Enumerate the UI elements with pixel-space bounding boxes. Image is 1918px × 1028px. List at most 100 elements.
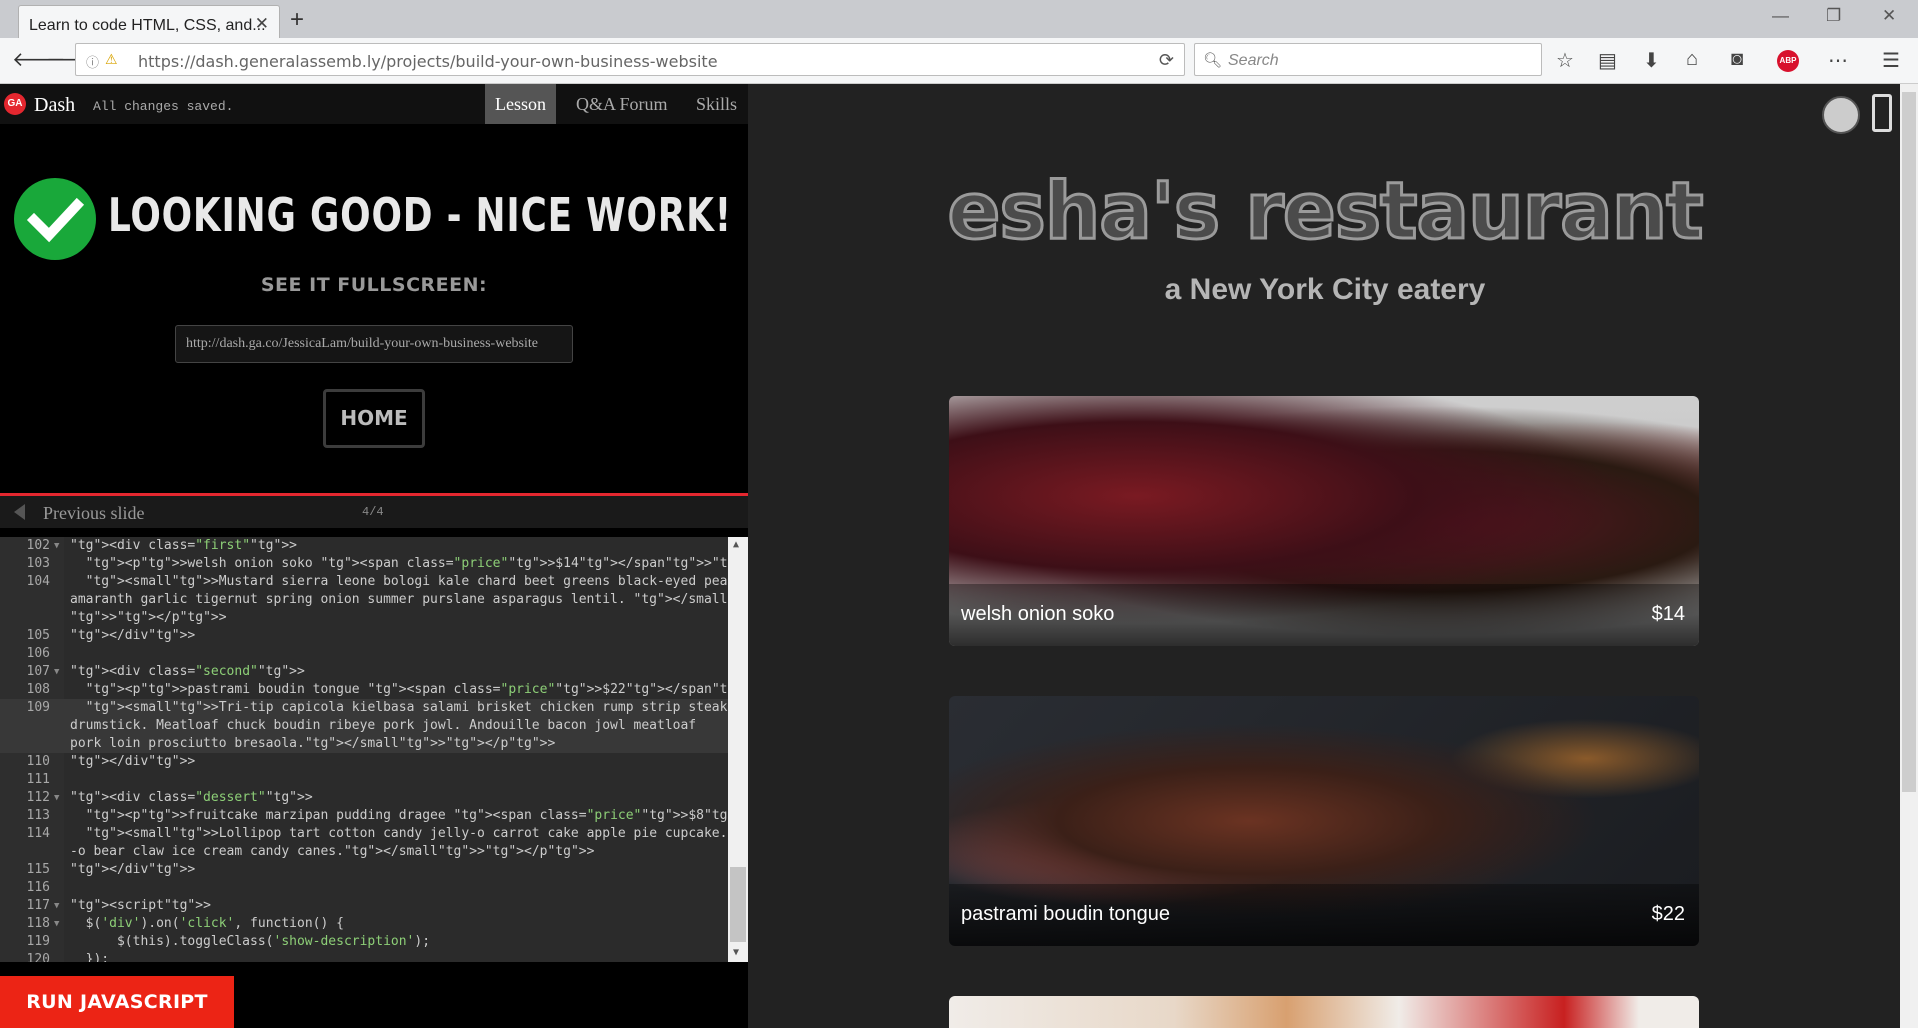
line-number: 105: [26, 628, 50, 643]
fold-arrow-icon[interactable]: ▼: [54, 915, 59, 933]
code-line[interactable]: 112 ▼ "tg"><div class="dessert""tg">>: [0, 789, 728, 807]
restore-icon[interactable]: ❐: [1826, 6, 1841, 26]
code-text: $('div').on('click', function() {: [70, 916, 344, 931]
menu-item-price: $14: [1651, 603, 1685, 625]
code-line[interactable]: drumstick. Meatloaf chuck boudin ribeye …: [0, 717, 728, 735]
code-editor[interactable]: 102 ▼ "tg"><div class="first""tg">> 103 "tg…: [0, 537, 748, 962]
ga-logo[interactable]: GA: [4, 93, 26, 115]
code-line[interactable]: 119 $(this).toggleClass('show-descriptio…: [0, 933, 728, 951]
window-close-icon[interactable]: ✕: [1882, 6, 1896, 26]
code-line[interactable]: 113 "tg"><p"tg">>fruitcake marzipan pudd…: [0, 807, 748, 825]
success-heading: LOOKING GOOD - NICE WORK!: [108, 188, 732, 242]
new-tab-button[interactable]: +: [290, 6, 304, 34]
browser-tab[interactable]: Learn to code HTML, CSS, and... ✕: [18, 5, 280, 38]
adblock-icon[interactable]: ABP: [1777, 50, 1799, 72]
home-button[interactable]: HOME: [323, 389, 425, 448]
code-text: "tg"></div"tg">>: [70, 628, 196, 643]
fold-arrow-icon[interactable]: ▼: [54, 897, 59, 915]
restaurant-title: esha's restaurant: [946, 166, 1705, 259]
menu-item-card[interactable]: welsh onion soko $14: [949, 396, 1699, 646]
code-line[interactable]: 102 ▼ "tg"><div class="first""tg">>: [0, 537, 728, 555]
mobile-view-icon[interactable]: [1872, 94, 1892, 132]
scrollbar-thumb[interactable]: [730, 867, 746, 942]
close-tab-icon[interactable]: ✕: [255, 14, 269, 34]
code-text: "tg"><p"tg">>pastrami boudin tongue "tg"…: [85, 682, 748, 697]
code-line[interactable]: 117 ▼ "tg"><script"tg">>: [0, 897, 728, 915]
restaurant-subtitle: a New York City eatery: [1164, 273, 1486, 306]
code-line[interactable]: pork loin prosciutto bresaola."tg"></sma…: [0, 735, 728, 753]
code-line[interactable]: 110 "tg"></div"tg">>: [0, 753, 728, 771]
download-icon[interactable]: ⬇: [1643, 48, 1660, 73]
code-text: "tg">>"tg"></p"tg">>: [70, 610, 227, 625]
desktop-view-toggle[interactable]: [1822, 96, 1860, 134]
code-line[interactable]: 106: [0, 645, 728, 663]
code-line[interactable]: amaranth garlic tigernut spring onion su…: [0, 591, 728, 609]
code-text: "tg"><div class="dessert""tg">>: [70, 790, 313, 805]
code-line[interactable]: 108 "tg"><p"tg">>pastrami boudin tongue …: [0, 681, 748, 699]
fold-arrow-icon[interactable]: ▼: [54, 537, 59, 555]
line-number: 116: [26, 880, 50, 895]
bookmark-star-icon[interactable]: ☆: [1556, 48, 1574, 73]
code-line[interactable]: 115 "tg"></div"tg">>: [0, 861, 728, 879]
menu-item-price: $22: [1651, 903, 1685, 925]
line-number: 110: [26, 754, 50, 769]
overflow-icon[interactable]: ⋯: [1828, 48, 1848, 73]
code-line[interactable]: 104 "tg"><small"tg">>Mustard sierra leon…: [0, 573, 748, 591]
dash-title[interactable]: Dash: [34, 94, 75, 117]
menu-icon[interactable]: ☰: [1882, 48, 1900, 73]
menu-item-card[interactable]: [949, 996, 1699, 1028]
code-text: "tg"><small"tg">>Mustard sierra leone bo…: [85, 574, 748, 589]
code-line[interactable]: 105 "tg"></div"tg">>: [0, 627, 728, 645]
url-text[interactable]: https://dash.generalassemb.ly/projects/b…: [138, 52, 718, 71]
tab-title: Learn to code HTML, CSS, and...: [29, 17, 266, 34]
scroll-down-icon[interactable]: ▼: [733, 947, 739, 958]
code-line[interactable]: 107 ▼ "tg"><div class="second""tg">>: [0, 663, 728, 681]
line-number: 119: [26, 934, 50, 949]
previous-arrow-icon[interactable]: [14, 504, 25, 520]
search-input[interactable]: 🔍︎ Search: [1194, 43, 1542, 76]
previous-slide-link[interactable]: Previous slide: [43, 503, 145, 524]
fold-arrow-icon[interactable]: ▼: [54, 789, 59, 807]
scrollbar-thumb[interactable]: [1902, 92, 1916, 792]
code-line[interactable]: 103 "tg"><p"tg">>welsh onion soko "tg"><…: [0, 555, 748, 573]
editor-scrollbar[interactable]: ▲ ▼: [728, 537, 748, 962]
pocket-icon[interactable]: ◙: [1731, 48, 1743, 71]
info-icon[interactable]: ⓘ: [86, 52, 99, 71]
fullscreen-url-field[interactable]: http://dash.ga.co/JessicaLam/build-your-…: [175, 325, 573, 363]
line-number: 120: [26, 952, 50, 962]
code-line[interactable]: 120 });: [0, 951, 728, 962]
code-text: drumstick. Meatloaf chuck boudin ribeye …: [70, 718, 697, 733]
scroll-up-icon[interactable]: ▲: [733, 539, 739, 550]
save-status: All changes saved.: [93, 99, 234, 114]
minimize-icon[interactable]: —: [1772, 6, 1789, 26]
line-number: 113: [26, 808, 50, 823]
code-text: pork loin prosciutto bresaola."tg"></sma…: [70, 736, 556, 751]
tab-qa-forum[interactable]: Q&A Forum: [566, 84, 678, 124]
tab-skills[interactable]: Skills: [686, 84, 747, 124]
preview-scrollbar[interactable]: [1900, 84, 1918, 1028]
line-number: 115: [26, 862, 50, 877]
code-line[interactable]: -o bear claw ice cream candy canes."tg">…: [0, 843, 728, 861]
code-line[interactable]: 114 "tg"><small"tg">>Lollipop tart cotto…: [0, 825, 748, 843]
menu-item-card[interactable]: pastrami boudin tongue $22: [949, 696, 1699, 946]
address-bar[interactable]: ⓘ ⚠ https://dash.generalassemb.ly/projec…: [75, 43, 1185, 76]
code-line[interactable]: 118 ▼ $('div').on('click', function() {: [0, 915, 728, 933]
dash-header: GA Dash All changes saved. Lesson Q&A Fo…: [0, 84, 748, 124]
code-line[interactable]: "tg">>"tg"></p"tg">>: [0, 609, 728, 627]
code-line[interactable]: 116: [0, 879, 728, 897]
code-line[interactable]: 109 "tg"><small"tg">>Tri-tip capicola ki…: [0, 699, 728, 717]
reload-icon[interactable]: ⟳: [1159, 50, 1174, 71]
line-number: 102: [26, 538, 50, 553]
code-text: "tg"><div class="second""tg">>: [70, 664, 305, 679]
reading-list-icon[interactable]: ▤: [1598, 48, 1617, 73]
code-text: "tg"><small"tg">>Lollipop tart cotton ca…: [85, 826, 748, 841]
code-line[interactable]: 111: [0, 771, 728, 789]
menu-item-name: welsh onion soko: [961, 603, 1115, 625]
warning-lock-icon[interactable]: ⚠: [105, 51, 118, 68]
browser-tab-strip: Learn to code HTML, CSS, and... ✕ + — ❐ …: [0, 0, 1918, 38]
slide-nav: Previous slide 4/4: [0, 496, 748, 528]
fold-arrow-icon[interactable]: ▼: [54, 663, 59, 681]
tab-lesson[interactable]: Lesson: [485, 84, 556, 124]
run-javascript-button[interactable]: RUN JAVASCRIPT: [0, 976, 234, 1028]
home-icon[interactable]: ⌂: [1686, 48, 1698, 71]
